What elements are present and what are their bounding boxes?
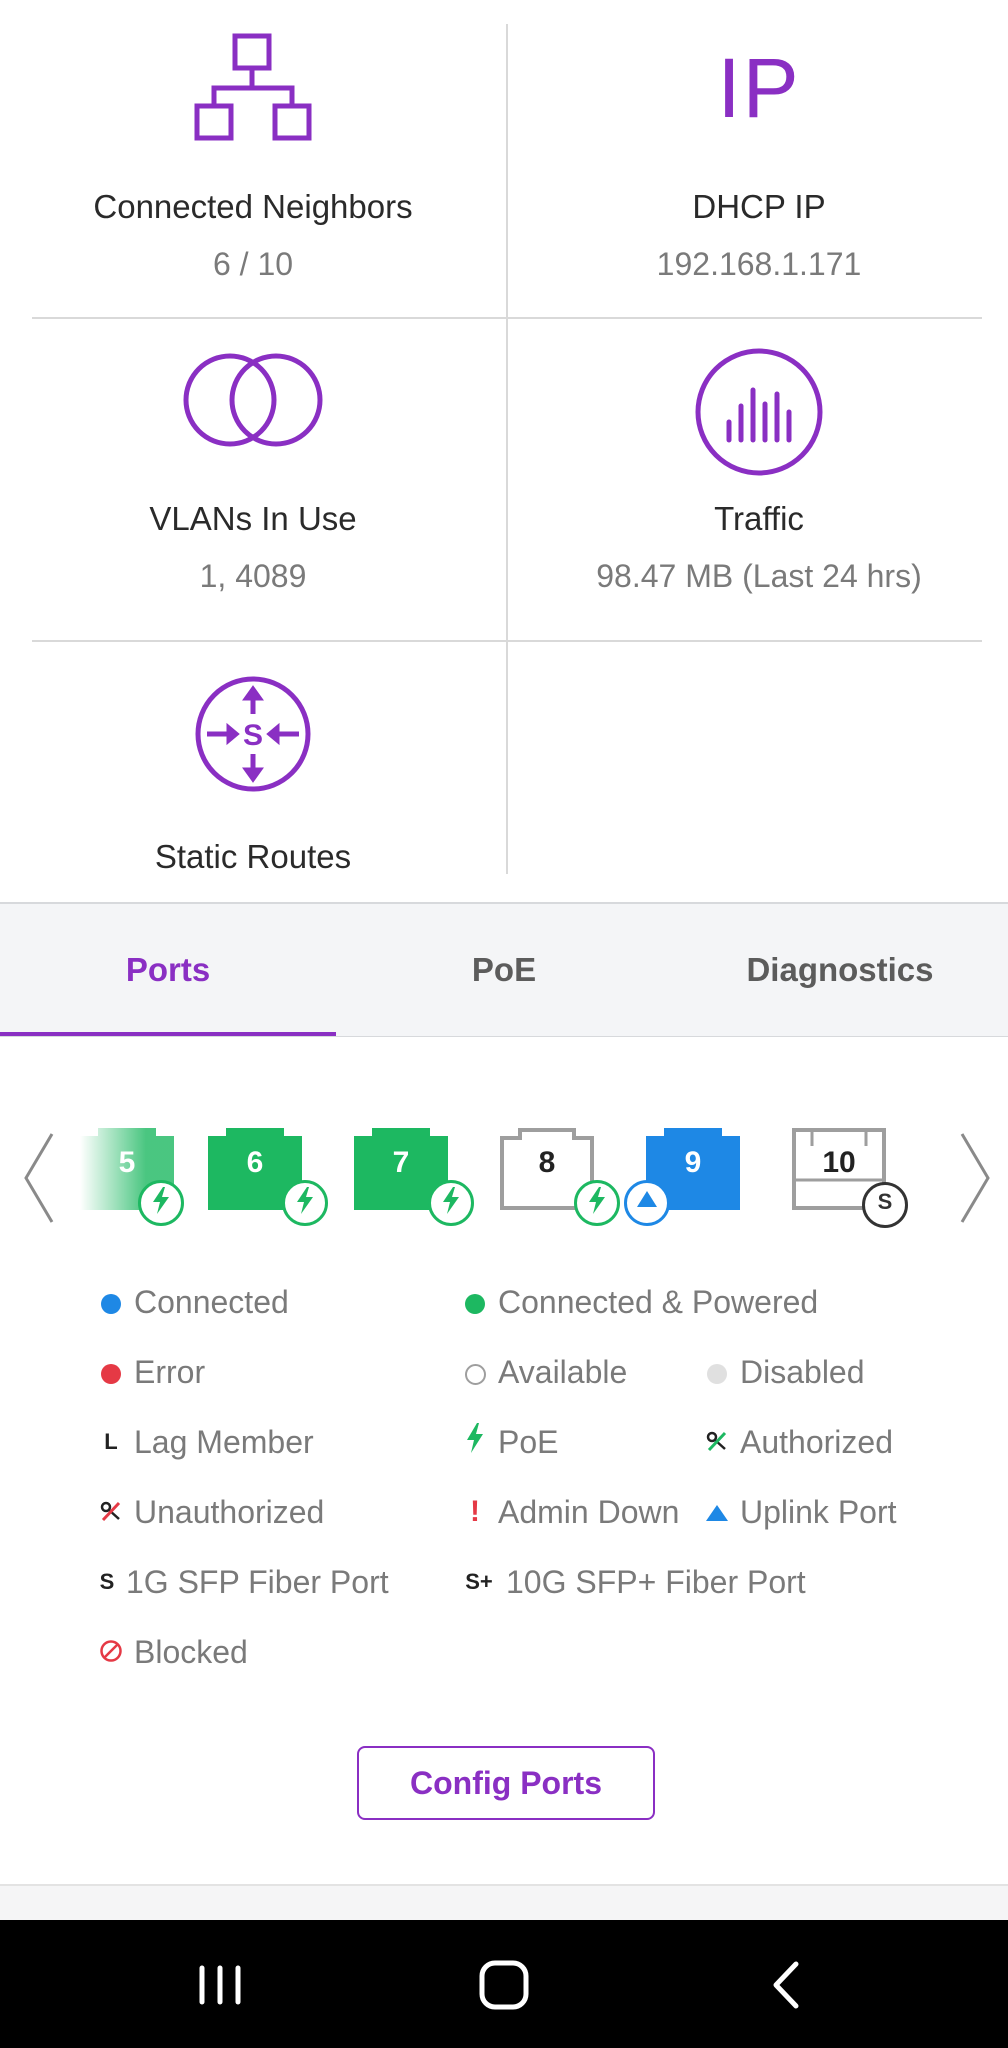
legend-authorized: Authorized [704,1420,893,1464]
config-ports-button[interactable]: Config Ports [357,1746,655,1820]
legend-label: Disabled [740,1353,865,1390]
port-5[interactable]: 5 [80,1128,184,1226]
port-8[interactable]: 8 [500,1128,620,1226]
stat-value: 6 / 10 [212,246,294,282]
port-6[interactable]: 6 [208,1128,328,1226]
legend-label: 1G SFP Fiber Port [126,1563,389,1600]
legend-label: Unauthorized [134,1493,325,1530]
stat-connected-neighbors[interactable]: Connected Neighbors 6 / 10 [8,32,498,283]
route-letter: S [243,719,263,752]
legend-blocked: Blocked [98,1630,248,1674]
ip-icon: IP [717,41,801,135]
legend-unauthorized: Unauthorized [98,1490,324,1534]
admin-down-icon: ! [470,1495,480,1528]
stat-value: 192.168.1.171 [656,246,862,282]
legend-connected-powered: Connected & Powered [462,1280,818,1324]
stat-value: 1, 4089 [199,558,307,594]
back-icon[interactable] [748,1950,828,2020]
legend-uplink: Uplink Port [704,1490,897,1534]
legend-label: Admin Down [498,1493,680,1530]
legend-label: Blocked [134,1633,248,1670]
port-number: 6 [246,1146,264,1179]
poe-badge-icon [138,1180,184,1226]
authorized-key-icon [704,1424,730,1461]
route-arrows-icon: S [195,676,311,792]
chevron-left-icon[interactable] [20,1130,60,1226]
port-number: 7 [392,1146,410,1179]
poe-badge-icon [574,1180,620,1226]
connected-dot-icon [101,1294,121,1315]
port-7[interactable]: 7 [354,1128,474,1226]
legend-label: Lag Member [134,1423,314,1460]
tab-poe[interactable]: PoE [336,904,672,1036]
tab-bar: Ports PoE Diagnostics [0,902,1008,1037]
bar-circle-icon [695,348,823,476]
error-dot-icon [101,1364,121,1385]
legend-lag-member: L Lag Member [98,1420,314,1464]
bottom-strip [0,1886,1008,1920]
legend-poe: PoE [462,1420,558,1464]
sfp-badge-icon: S [862,1182,908,1228]
stat-label: VLANs In Use [149,500,357,537]
grid-divider-vertical [506,24,508,874]
network-topology-icon [194,33,312,141]
legend-label: Connected [134,1283,289,1320]
grid-divider-horizontal [32,640,982,642]
sfp-icon: S [99,1569,115,1594]
port-number: 5 [118,1146,136,1179]
poe-badge-icon [428,1180,474,1226]
legend-label: 10G SFP+ Fiber Port [506,1563,806,1600]
disabled-dot-icon [707,1364,727,1385]
port-9[interactable]: 9 [624,1128,746,1226]
poe-badge-icon [282,1180,328,1226]
chevron-right-icon[interactable] [954,1130,994,1226]
legend-sfp: S 1G SFP Fiber Port [98,1560,389,1604]
sfp-plus-icon: S+ [465,1569,493,1594]
blocked-icon [98,1634,124,1671]
stat-label: Static Routes [154,838,352,875]
poe-bolt-icon [462,1423,488,1461]
stat-traffic[interactable]: Traffic 98.47 MB (Last 24 hrs) [514,346,1004,595]
legend-disabled: Disabled [704,1350,865,1394]
legend-label: Uplink Port [740,1493,897,1530]
legend-available: Available [462,1350,627,1394]
overlapping-circles-icon [183,353,323,447]
legend-label: Authorized [740,1423,893,1460]
legend-connected: Connected [98,1280,289,1324]
stat-label: Connected Neighbors [93,188,413,225]
port-10[interactable]: 10 S [792,1128,908,1228]
lag-icon: L [104,1429,118,1454]
tab-diagnostics[interactable]: Diagnostics [672,904,1008,1036]
stat-value: 98.47 MB (Last 24 hrs) [596,558,922,594]
stats-grid: Connected Neighbors 6 / 10 IP DHCP IP 19… [0,0,1008,900]
port-number: 9 [684,1146,702,1179]
recent-apps-icon[interactable] [180,1950,260,2020]
available-dot-icon [464,1363,486,1385]
stat-vlans[interactable]: VLANs In Use 1, 4089 [8,350,498,595]
legend-error: Error [98,1350,205,1394]
uplink-triangle-icon [704,1494,730,1531]
stat-label: DHCP IP [692,188,826,225]
powered-dot-icon [465,1294,485,1315]
legend-label: PoE [498,1423,559,1460]
port-number: 8 [538,1146,556,1179]
uplink-badge-icon [624,1180,670,1226]
system-nav-bar [0,1920,1008,2048]
port-legend: Connected Connected & Powered Error Avai… [0,1276,1008,1716]
tab-ports[interactable]: Ports [0,904,336,1036]
home-icon[interactable] [464,1950,544,2020]
stat-static-routes[interactable]: S Static Routes [8,674,498,876]
grid-divider-horizontal [32,317,982,319]
stat-label: Traffic [714,500,804,537]
legend-label: Error [134,1353,206,1390]
unauthorized-key-icon [98,1494,124,1531]
legend-label: Connected & Powered [498,1283,819,1320]
port-number: 10 [822,1146,856,1179]
stat-dhcp-ip[interactable]: IP DHCP IP 192.168.1.171 [514,32,1004,283]
port-carousel: 5 6 7 8 9 10 S [0,1120,1008,1230]
legend-label: Available [498,1353,628,1390]
active-tab-indicator [0,1032,336,1036]
legend-sfp-plus: S+ 10G SFP+ Fiber Port [462,1560,806,1604]
legend-admin-down: ! Admin Down [462,1490,679,1534]
